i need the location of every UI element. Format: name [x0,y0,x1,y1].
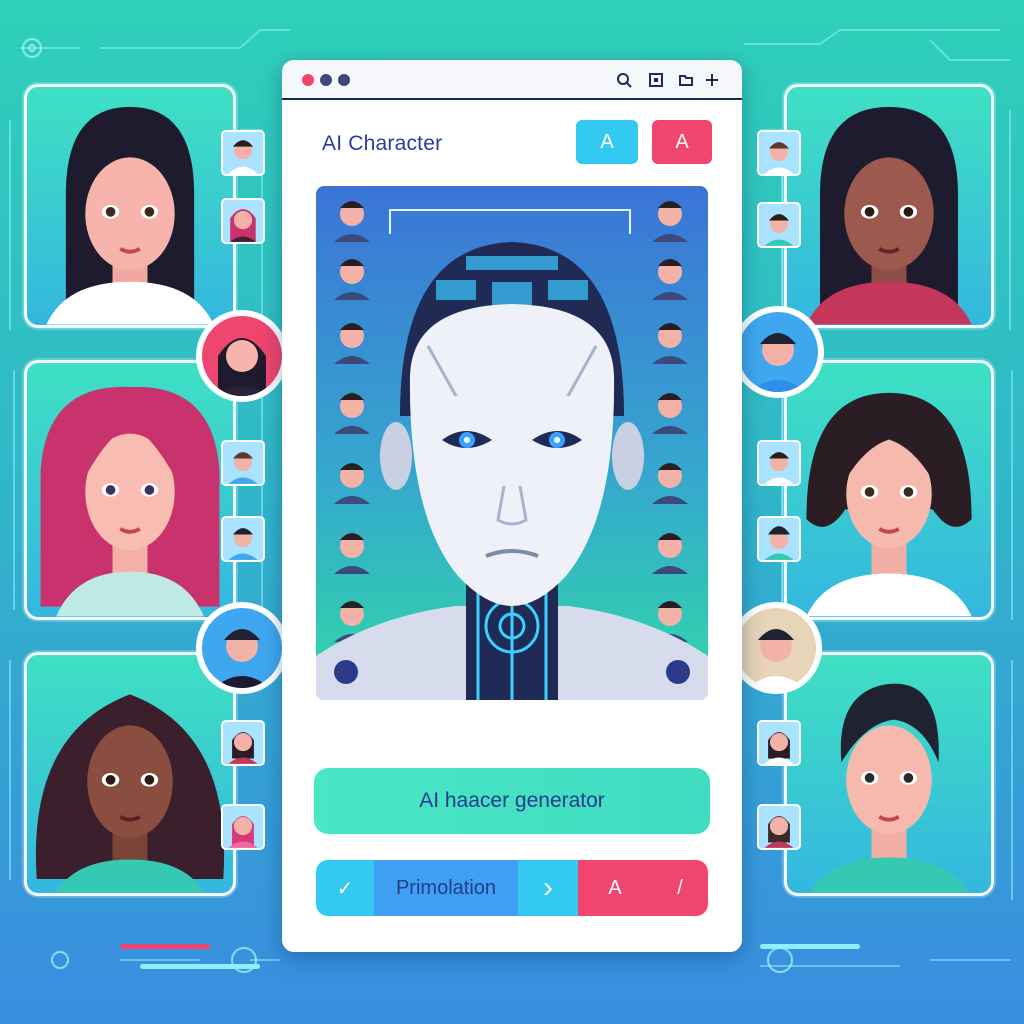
search-icon[interactable] [616,72,632,88]
avatar-bubble[interactable] [196,310,288,402]
plus-icon[interactable] [704,72,720,88]
avatar-bubble[interactable] [196,602,288,694]
primolation-button[interactable]: Primolation [374,860,518,916]
action-bar: ✓ Primolation › A / [316,860,708,916]
app-window: AI Character A A AI haacer generator ✓ P… [282,60,742,952]
pen-tool-button[interactable]: / [652,860,708,916]
window-titlebar [282,60,742,100]
character-card-5[interactable] [784,360,994,620]
tool-button-b[interactable]: A [652,120,712,164]
character-portrait [46,106,214,325]
avatar-thumbnail[interactable] [757,130,801,176]
avatar-thumbnail[interactable] [757,440,801,486]
avatar-thumbnail[interactable] [757,516,801,562]
avatar-thumbnail[interactable] [221,720,265,766]
image-icon[interactable] [648,72,664,88]
character-portrait [806,106,972,325]
character-portrait [810,683,968,893]
confirm-button[interactable]: ✓ [316,860,374,916]
avatar-bubble[interactable] [732,306,824,398]
text-tool-button[interactable]: A [578,860,652,916]
avatar-thumbnail[interactable] [221,130,265,176]
maximize-dot[interactable] [338,74,350,86]
character-card-2[interactable] [24,360,236,620]
decorative-bar [140,964,260,969]
avatar-thumbnail[interactable] [757,720,801,766]
decorative-bar [760,944,860,949]
character-portrait [35,694,225,893]
avatar-thumbnail[interactable] [221,440,265,486]
tool-button-a[interactable]: A [576,120,638,164]
avatar-thumbnail[interactable] [221,198,265,244]
character-portrait [40,386,220,617]
avatar-bubble[interactable] [730,602,822,694]
character-card-1[interactable] [24,84,236,328]
minimize-dot[interactable] [320,74,332,86]
decorative-bar [120,944,210,949]
robot-head-illustration [316,201,708,700]
generate-button[interactable]: AI haacer generator [314,768,710,834]
avatar-thumbnail[interactable] [221,804,265,850]
character-card-4[interactable] [784,84,994,328]
character-portrait [806,392,972,617]
character-card-3[interactable] [24,652,236,896]
character-card-6[interactable] [784,652,994,896]
folder-icon[interactable] [678,72,694,88]
avatar-thumbnail[interactable] [757,804,801,850]
app-title: AI Character [322,132,443,155]
next-button[interactable]: › [518,860,578,916]
close-dot[interactable] [302,74,314,86]
avatar-thumbnail[interactable] [221,516,265,562]
character-preview [316,186,708,700]
avatar-thumbnail[interactable] [757,202,801,248]
